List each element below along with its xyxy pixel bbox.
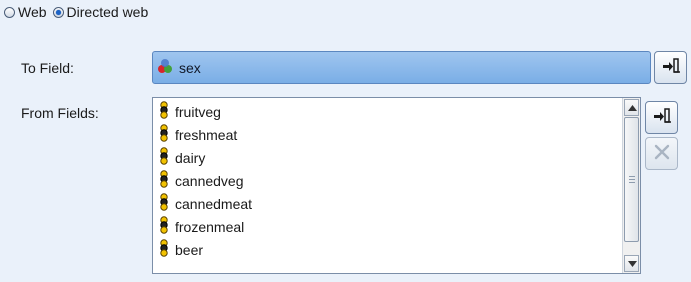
chevron-up-icon — [628, 105, 637, 111]
to-field-label: To Field: — [21, 60, 74, 76]
radio-directed-web-label: Directed web — [66, 4, 149, 20]
vertical-scrollbar[interactable] — [622, 98, 640, 273]
radio-web[interactable]: Web — [4, 4, 47, 20]
to-field-value[interactable]: sex — [152, 51, 651, 84]
web-type-radio-group: Web Directed web — [4, 2, 154, 22]
list-item-label: cannedmeat — [175, 195, 253, 212]
remove-field-button[interactable] — [645, 137, 678, 170]
from-fields-label: From Fields: — [21, 105, 99, 121]
pick-from-fields-button[interactable] — [645, 101, 678, 134]
pick-to-field-button[interactable] — [654, 51, 687, 84]
list-item-label: frozenmeal — [175, 218, 245, 235]
to-field-text: sex — [179, 59, 201, 76]
radio-button-selected[interactable] — [52, 6, 64, 18]
flag-field-icon — [159, 170, 169, 191]
radio-web-label: Web — [18, 4, 47, 20]
radio-directed-web[interactable]: Directed web — [52, 4, 149, 20]
list-item[interactable]: fruitveg — [153, 100, 640, 123]
list-item[interactable]: frozenmeal — [153, 215, 640, 238]
list-item-label: freshmeat — [175, 126, 238, 143]
flag-field-icon — [159, 147, 169, 168]
flag-field-icon — [159, 124, 169, 145]
list-item[interactable]: dairy — [153, 146, 640, 169]
scroll-up-button[interactable] — [624, 99, 639, 116]
list-item-label: fruitveg — [175, 103, 221, 120]
list-item[interactable]: beer — [153, 238, 640, 261]
list-item[interactable]: cannedmeat — [153, 192, 640, 215]
radio-button[interactable] — [4, 6, 15, 18]
flag-field-icon — [159, 216, 169, 237]
list-item[interactable]: cannedveg — [153, 169, 640, 192]
list-item-label: dairy — [175, 149, 206, 166]
flag-field-icon — [159, 193, 169, 214]
nominal-set-icon — [157, 58, 173, 77]
flag-field-icon — [159, 101, 169, 122]
field-picker-icon — [652, 107, 672, 128]
from-fields-list[interactable]: fruitveg freshmeat dairy cannedveg canne… — [152, 97, 641, 274]
list-item-label: cannedveg — [175, 172, 244, 189]
delete-x-icon — [653, 143, 671, 164]
scroll-down-button[interactable] — [624, 255, 639, 272]
list-item[interactable]: freshmeat — [153, 123, 640, 146]
list-item-label: beer — [175, 241, 204, 258]
field-picker-icon — [661, 57, 681, 78]
chevron-down-icon — [628, 261, 637, 267]
flag-field-icon — [159, 239, 169, 260]
scroll-thumb[interactable] — [624, 117, 639, 242]
